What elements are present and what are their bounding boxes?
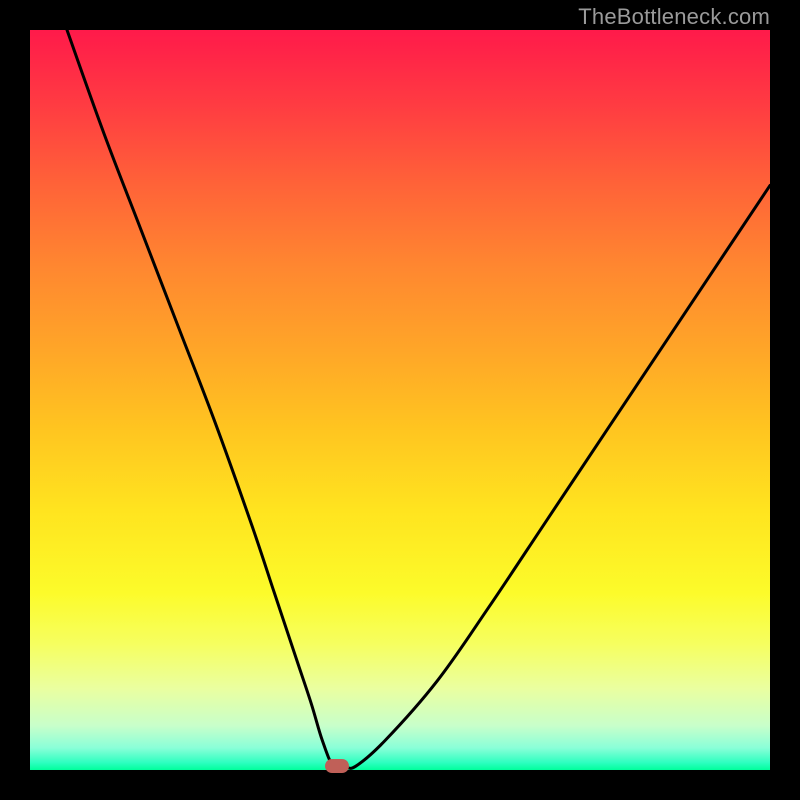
watermark-text: TheBottleneck.com [578,4,770,30]
minimum-marker [325,759,349,773]
chart-container: TheBottleneck.com [0,0,800,800]
bottleneck-curve [67,30,770,768]
curve-svg [30,30,770,770]
plot-area [30,30,770,770]
